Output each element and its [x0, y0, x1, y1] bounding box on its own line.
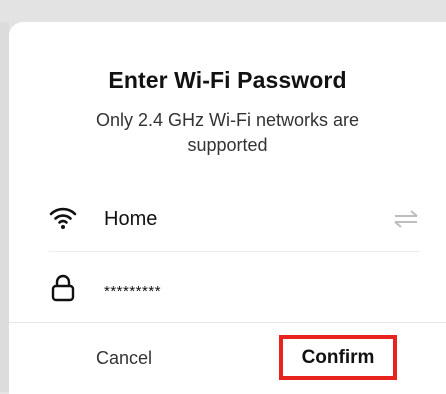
wifi-icon: [49, 205, 77, 231]
lock-icon: [49, 274, 77, 302]
background-edge: [0, 22, 9, 392]
dialog-subtitle: Only 2.4 GHz Wi-Fi networks are supporte…: [95, 110, 360, 155]
password-field[interactable]: *********: [104, 283, 161, 300]
network-row[interactable]: Home: [49, 196, 419, 246]
wifi-password-dialog: Enter Wi-Fi Password Only 2.4 GHz Wi-Fi …: [9, 22, 446, 394]
dialog-title: Enter Wi-Fi Password: [108, 67, 347, 93]
network-name: Home: [104, 208, 158, 230]
confirm-button[interactable]: Confirm: [279, 335, 397, 380]
cancel-button[interactable]: Cancel: [9, 323, 239, 394]
password-row[interactable]: *********: [49, 265, 419, 315]
switch-network-icon[interactable]: [393, 210, 419, 228]
row-divider: [49, 251, 419, 252]
